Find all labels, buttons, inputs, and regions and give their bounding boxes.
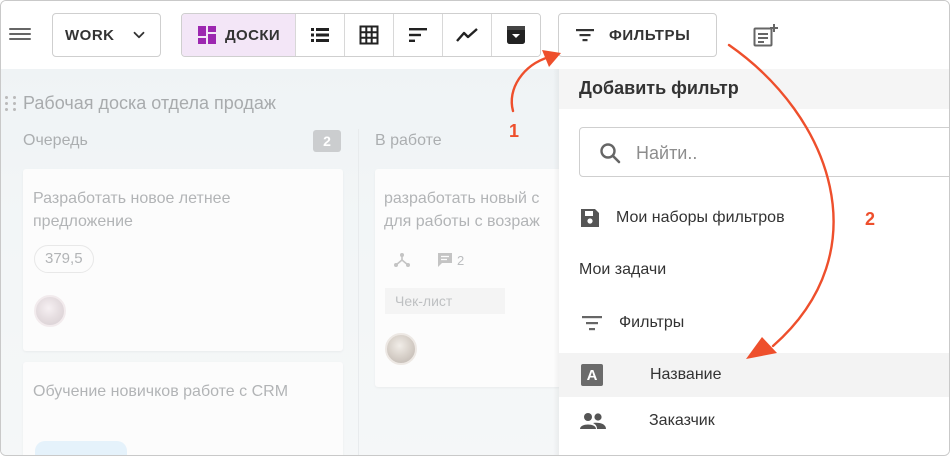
checklist-label: Чек-лист — [385, 288, 505, 314]
task-card-title: Разработать новое летнее предложение — [33, 190, 231, 230]
my-tasks-label: Мои задачи — [579, 261, 667, 278]
filter-lines-icon — [576, 29, 594, 42]
view-chart-button[interactable] — [442, 14, 491, 56]
workspace-select[interactable]: WORK — [52, 13, 161, 57]
board-title: Рабочая доска отдела продаж — [23, 93, 276, 113]
top-toolbar: WORK ДОСКИ ФИЛЬТРЫ — [1, 1, 949, 69]
view-gantt-button[interactable] — [393, 14, 442, 56]
table-grid-icon — [359, 25, 379, 45]
search-input[interactable] — [636, 140, 936, 166]
view-list-button[interactable] — [295, 14, 344, 56]
filter-field-label: Название — [650, 366, 722, 383]
filters-section-label: Фильтры — [619, 314, 685, 331]
archive-icon — [507, 26, 525, 44]
column-count-badge: 2 — [313, 130, 341, 152]
view-table-button[interactable] — [344, 14, 393, 56]
line-chart-icon — [456, 28, 478, 42]
kanban-board: Рабочая доска отдела продаж Очередь 2 В … — [1, 69, 559, 455]
chevron-down-icon — [133, 31, 145, 39]
budget-badge: 379,5 — [34, 245, 94, 273]
people-icon — [580, 413, 606, 429]
filter-field-item[interactable]: Заказчик — [559, 399, 949, 443]
task-card-title: Обучение новичков работе с CRM — [33, 383, 289, 400]
filter-field-item[interactable]: A Название — [559, 353, 949, 397]
avatar[interactable] — [385, 333, 417, 365]
filters-section-header: Фильтры — [559, 309, 949, 337]
text-format-icon: A — [581, 364, 603, 386]
saved-filter-sets-item[interactable]: Мои наборы фильтров — [559, 203, 949, 233]
saved-filter-sets-label: Мои наборы фильтров — [616, 209, 785, 226]
my-tasks-item[interactable]: Мои задачи — [559, 256, 949, 284]
filters-button[interactable]: ФИЛЬТРЫ — [558, 13, 717, 57]
column-title-in-progress: В работе — [375, 132, 442, 149]
view-archive-button[interactable] — [491, 14, 540, 56]
filter-lines-icon — [582, 316, 602, 331]
filter-panel-title: Добавить фильтр — [579, 78, 739, 98]
view-boards-button[interactable]: ДОСКИ — [182, 14, 295, 56]
filter-search-field[interactable] — [579, 127, 949, 177]
add-note-icon[interactable] — [753, 23, 779, 47]
save-icon — [581, 209, 599, 227]
workspace-label: WORK — [65, 26, 115, 44]
task-card[interactable]: разработать новый с для работы с возраж … — [375, 169, 559, 387]
view-switcher: ДОСКИ — [181, 13, 541, 57]
task-card-title-line2: для работы с возраж — [384, 213, 540, 230]
sort-lines-icon — [409, 28, 427, 42]
task-card-title-line1: разработать новый с — [384, 190, 540, 207]
app-window: WORK ДОСКИ ФИЛЬТРЫ Рабочая доска отдела … — [0, 0, 950, 456]
drag-handle-icon[interactable] — [5, 95, 17, 112]
task-card[interactable]: Разработать новое летнее предложение 379… — [23, 169, 343, 351]
menu-icon[interactable] — [9, 25, 31, 43]
subtasks-icon — [394, 253, 410, 267]
view-boards-label: ДОСКИ — [224, 26, 281, 44]
column-title-queue: Очередь — [23, 132, 88, 149]
annotation-step-1: 1 — [509, 121, 520, 141]
comment-icon — [438, 253, 452, 267]
tag-chip — [35, 441, 127, 455]
filters-label: ФИЛЬТРЫ — [609, 26, 691, 44]
avatar[interactable] — [34, 295, 66, 327]
dashboard-icon — [197, 26, 216, 44]
annotation-step-2: 2 — [865, 209, 876, 229]
filter-field-label: Заказчик — [649, 412, 715, 429]
column-divider — [358, 129, 359, 455]
filter-panel: Добавить фильтр Мои наборы фильтров Мои … — [559, 69, 949, 455]
list-icon — [311, 28, 329, 42]
comment-count: 2 — [457, 253, 465, 268]
board-header: Рабочая доска отдела продаж — [5, 93, 276, 114]
search-icon — [600, 143, 621, 164]
filter-panel-header: Добавить фильтр — [559, 69, 949, 109]
